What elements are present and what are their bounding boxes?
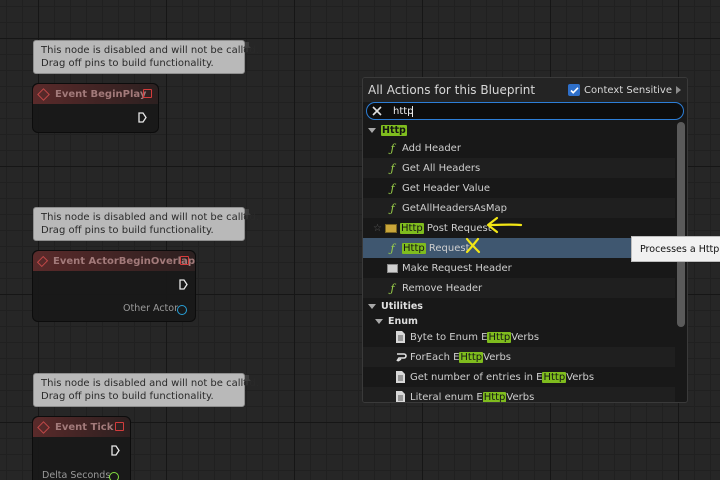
annotation-cross-icon (465, 237, 481, 254)
event-node-beginplay[interactable]: Event BeginPlay (32, 83, 159, 133)
macro-doc-icon (396, 391, 405, 402)
search-input[interactable] (393, 105, 633, 117)
list-item-label: Literal enum EHttpVerbs (410, 391, 535, 403)
clear-search-icon[interactable] (370, 104, 384, 118)
list-item-label: Make Request Header (402, 262, 512, 274)
list-item-label: Get All Headers (402, 162, 481, 174)
list-scrollbar[interactable] (677, 122, 685, 402)
function-icon: ƒ (390, 181, 395, 195)
list-item-http-request[interactable]: ƒ Http Request (363, 238, 675, 258)
pin-icon[interactable] (243, 42, 251, 52)
list-item[interactable]: Get number of entries in EHttpVerbs (363, 367, 675, 387)
disabled-notice-line1: This node is disabled and will not be ca… (41, 378, 259, 389)
list-item-label: Add Header (402, 142, 461, 154)
node-header[interactable]: Event Tick (33, 417, 130, 437)
context-sensitive-toggle[interactable]: Context Sensitive (568, 84, 681, 96)
scrollbar-thumb[interactable] (677, 122, 685, 327)
list-item[interactable]: ƒ Get Header Value (363, 178, 675, 198)
star-icon[interactable]: ☆ (373, 223, 385, 234)
context-sensitive-label: Context Sensitive (584, 84, 672, 96)
chevron-right-icon[interactable] (676, 86, 681, 94)
node-title: Event BeginPlay (55, 88, 147, 100)
disabled-notice-line2: Drag off pins to build functionality. (41, 391, 214, 402)
list-item-label: Http Request (402, 242, 470, 254)
object-output-pin[interactable] (177, 305, 187, 315)
list-item[interactable]: ƒ Remove Header (363, 278, 675, 298)
chevron-down-icon (368, 303, 376, 309)
output-pin-label: Delta Seconds (42, 470, 111, 480)
tooltip-text: Processes a Http request (640, 243, 720, 255)
class-icon (385, 223, 397, 233)
list-item-label: Byte to Enum EHttpVerbs (410, 331, 540, 343)
delegate-pin[interactable] (180, 256, 189, 265)
event-diamond-icon (37, 87, 50, 101)
output-pin-label: Other Actor (123, 303, 178, 314)
function-icon: ƒ (390, 141, 395, 155)
disabled-comment-bubble: This node is disabled and will not be ca… (33, 207, 259, 241)
disabled-notice-line2: Drag off pins to build functionality. (41, 225, 214, 236)
disabled-notice-line1: This node is disabled and will not be ca… (41, 45, 259, 56)
list-item[interactable]: Byte to Enum EHttpVerbs (363, 327, 675, 347)
delegate-pin[interactable] (115, 422, 124, 431)
disabled-comment-bubble: This node is disabled and will not be ca… (33, 373, 259, 407)
function-icon: ƒ (390, 241, 395, 255)
check-icon (569, 86, 579, 94)
list-item[interactable]: ForEach EHttpVerbs (363, 347, 675, 367)
function-icon: ƒ (390, 201, 395, 215)
disabled-comment-bubble: This node is disabled and will not be ca… (33, 40, 259, 74)
list-item[interactable]: Make Request Header (363, 258, 675, 278)
list-item[interactable]: ƒ Get All Headers (363, 158, 675, 178)
chevron-down-icon (368, 127, 376, 133)
action-menu-header: All Actions for this Blueprint Context S… (363, 78, 687, 102)
delegate-pin[interactable] (143, 89, 152, 98)
list-item-label: ForEach EHttpVerbs (410, 351, 512, 363)
exec-output-pin[interactable] (138, 112, 147, 123)
tooltip: Processes a Http request (631, 236, 720, 262)
list-item-label: Get Header Value (402, 182, 491, 194)
list-item[interactable]: Literal enum EHttpVerbs (363, 387, 675, 403)
annotation-arrow-icon (486, 216, 523, 234)
macro-doc-icon (396, 371, 405, 383)
event-diamond-icon (37, 420, 50, 434)
function-icon: ƒ (390, 281, 395, 295)
category-label: Http (381, 124, 407, 136)
node-header[interactable]: Event BeginPlay (33, 84, 158, 104)
subcategory-label: Enum (388, 315, 418, 327)
node-header[interactable]: Event ActorBeginOverlap (33, 251, 195, 271)
list-item[interactable]: ƒ Add Header (363, 138, 675, 158)
chevron-down-icon (375, 318, 383, 324)
function-icon: ƒ (390, 161, 395, 175)
pin-icon[interactable] (243, 375, 251, 385)
exec-output-pin[interactable] (179, 279, 188, 290)
exec-output-pin[interactable] (111, 445, 120, 456)
category-label: Utilities (381, 300, 423, 312)
node-title: Event ActorBeginOverlap (53, 255, 195, 267)
category-utilities[interactable]: Utilities (363, 298, 675, 314)
event-diamond-icon (36, 255, 49, 267)
list-item-label: Http Post Request (400, 222, 492, 234)
disabled-notice-line1: This node is disabled and will not be ca… (41, 212, 259, 223)
category-http[interactable]: Http (363, 122, 675, 138)
text-caret (412, 106, 413, 117)
event-node-actorbeginoverlap[interactable]: Event ActorBeginOverlap Other Actor (32, 250, 196, 322)
macro-doc-icon (396, 331, 405, 343)
event-node-tick[interactable]: Event Tick Delta Seconds (32, 416, 131, 480)
context-sensitive-checkbox[interactable] (568, 84, 581, 96)
float-output-pin[interactable] (109, 472, 119, 480)
disabled-notice-line2: Drag off pins to build functionality. (41, 58, 214, 69)
node-title: Event Tick (55, 421, 114, 433)
list-item-label: Get number of entries in EHttpVerbs (410, 371, 595, 383)
pin-icon[interactable] (243, 209, 251, 219)
list-item[interactable]: ƒ GetAllHeadersAsMap (363, 198, 675, 218)
action-menu-title: All Actions for this Blueprint (368, 83, 536, 97)
loop-icon (396, 352, 407, 362)
struct-make-icon (387, 263, 398, 273)
list-item-label: GetAllHeadersAsMap (402, 202, 507, 214)
list-item-label: Remove Header (402, 282, 483, 294)
search-box[interactable] (366, 102, 684, 120)
